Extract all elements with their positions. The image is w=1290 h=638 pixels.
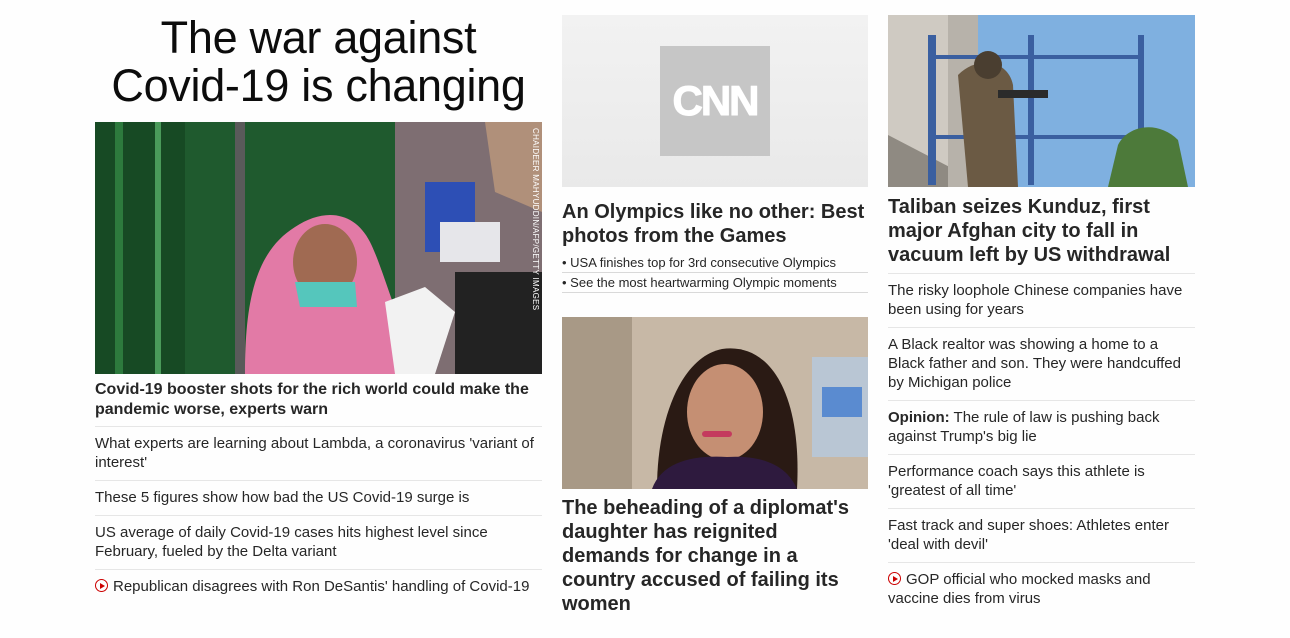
list-item: Performance coach says this athlete is '… xyxy=(888,454,1195,508)
story-link[interactable]: US average of daily Covid-19 cases hits … xyxy=(95,524,488,560)
olympics-thumbnail[interactable]: CNN xyxy=(562,15,868,187)
world-section: Taliban seizes Kunduz, first major Afgha… xyxy=(888,0,1195,616)
story-link[interactable]: A Black realtor was showing a home to a … xyxy=(888,336,1181,391)
bullet-item: • See the most heartwarming Olympic mome… xyxy=(562,273,868,293)
opinion-label: Opinion: xyxy=(888,409,950,426)
lead-story-link[interactable]: Covid-19 booster shots for the rich worl… xyxy=(95,380,542,426)
olympics-bullets: • USA finishes top for 3rd consecutive O… xyxy=(562,253,868,293)
play-video-icon xyxy=(888,572,901,585)
kunduz-image xyxy=(888,15,1195,187)
story-link[interactable]: Fast track and super shoes: Athletes ent… xyxy=(888,517,1169,553)
section-headline[interactable]: The war against Covid-19 is changing xyxy=(95,14,542,110)
covid-section: The war against Covid-19 is changing CHA… xyxy=(95,0,542,604)
diplomat-story-link[interactable]: The beheading of a diplomat's daughter h… xyxy=(562,496,868,616)
bullet-link[interactable]: • USA finishes top for 3rd consecutive O… xyxy=(562,255,836,270)
opinion-story-link[interactable]: Opinion: The rule of law is pushing back… xyxy=(888,409,1160,445)
cnn-logo-text: CNN xyxy=(672,77,760,125)
diplomat-daughter-photo[interactable] xyxy=(562,317,868,489)
bullet-item: • USA finishes top for 3rd consecutive O… xyxy=(562,253,868,273)
kunduz-photo[interactable] xyxy=(888,15,1195,187)
bullet-link[interactable]: • See the most heartwarming Olympic mome… xyxy=(562,275,837,290)
list-item: These 5 figures show how bad the US Covi… xyxy=(95,480,542,515)
list-item: A Black realtor was showing a home to a … xyxy=(888,327,1195,400)
list-item: Republican disagrees with Ron DeSantis' … xyxy=(95,569,542,604)
olympics-section: CNN An Olympics like no other: Best phot… xyxy=(562,0,868,616)
world-story-list: The risky loophole Chinese companies hav… xyxy=(888,273,1195,616)
list-item: US average of daily Covid-19 cases hits … xyxy=(95,515,542,569)
diplomat-daughter-image xyxy=(562,317,868,489)
list-item: Fast track and super shoes: Athletes ent… xyxy=(888,508,1195,562)
vaccination-image xyxy=(95,122,542,374)
story-link[interactable]: The risky loophole Chinese companies hav… xyxy=(888,282,1182,318)
list-item: GOP official who mocked masks and vaccin… xyxy=(888,562,1195,616)
list-item: The risky loophole Chinese companies hav… xyxy=(888,273,1195,327)
covid-story-list: What experts are learning about Lambda, … xyxy=(95,426,542,604)
story-link[interactable]: What experts are learning about Lambda, … xyxy=(95,435,534,471)
story-link[interactable]: These 5 figures show how bad the US Covi… xyxy=(95,489,469,506)
play-video-icon xyxy=(95,579,108,592)
olympics-story-link[interactable]: An Olympics like no other: Best photos f… xyxy=(562,200,868,248)
list-item: What experts are learning about Lambda, … xyxy=(95,426,542,480)
photo-credit: CHAIDEER MAHYUDDIN/AFP/GETTY IMAGES xyxy=(531,128,540,311)
cnn-logo: CNN xyxy=(660,46,770,156)
story-link[interactable]: Performance coach says this athlete is '… xyxy=(888,463,1145,499)
video-story-link[interactable]: GOP official who mocked masks and vaccin… xyxy=(888,571,1151,607)
vaccination-photo[interactable]: CHAIDEER MAHYUDDIN/AFP/GETTY IMAGES xyxy=(95,122,542,374)
kunduz-story-link[interactable]: Taliban seizes Kunduz, first major Afgha… xyxy=(888,195,1195,273)
video-story-link[interactable]: Republican disagrees with Ron DeSantis' … xyxy=(113,578,529,595)
list-item: Opinion: The rule of law is pushing back… xyxy=(888,400,1195,454)
